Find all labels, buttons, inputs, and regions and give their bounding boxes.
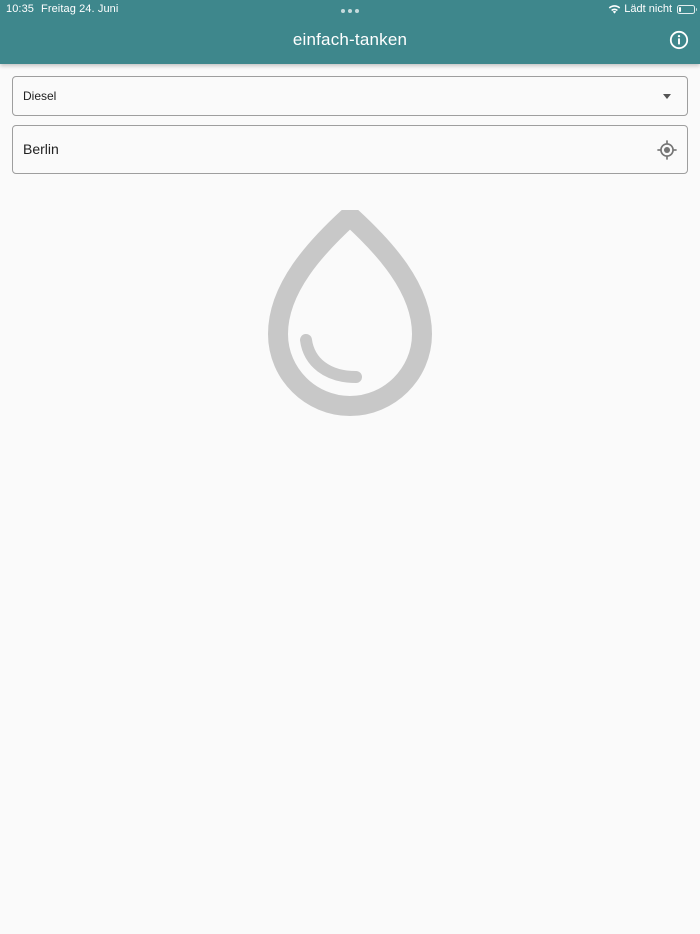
status-date: Freitag 24. Juni xyxy=(41,3,119,15)
charging-status: Lädt nicht xyxy=(624,3,672,15)
dropdown-arrow-icon xyxy=(663,94,671,99)
empty-state xyxy=(264,206,436,420)
my-location-icon xyxy=(657,140,677,160)
status-indicators: Lädt nicht xyxy=(608,2,697,16)
location-value: Berlin xyxy=(23,141,59,157)
battery-icon xyxy=(677,4,697,14)
app-bar: 10:35 Freitag 24. Juni Lädt nicht einfac… xyxy=(0,0,700,64)
location-input[interactable]: Berlin xyxy=(12,125,688,174)
info-icon xyxy=(669,30,689,50)
multitasking-dots-icon[interactable] xyxy=(341,9,359,13)
status-time: 10:35 xyxy=(6,3,35,15)
wifi-icon xyxy=(609,5,621,14)
fuel-type-value: Diesel xyxy=(23,89,57,103)
my-location-button[interactable] xyxy=(656,139,678,161)
info-button[interactable] xyxy=(668,29,690,51)
fuel-type-select[interactable]: Diesel xyxy=(12,76,688,116)
page-title: einfach-tanken xyxy=(292,30,408,49)
water-drop-icon xyxy=(268,206,432,416)
